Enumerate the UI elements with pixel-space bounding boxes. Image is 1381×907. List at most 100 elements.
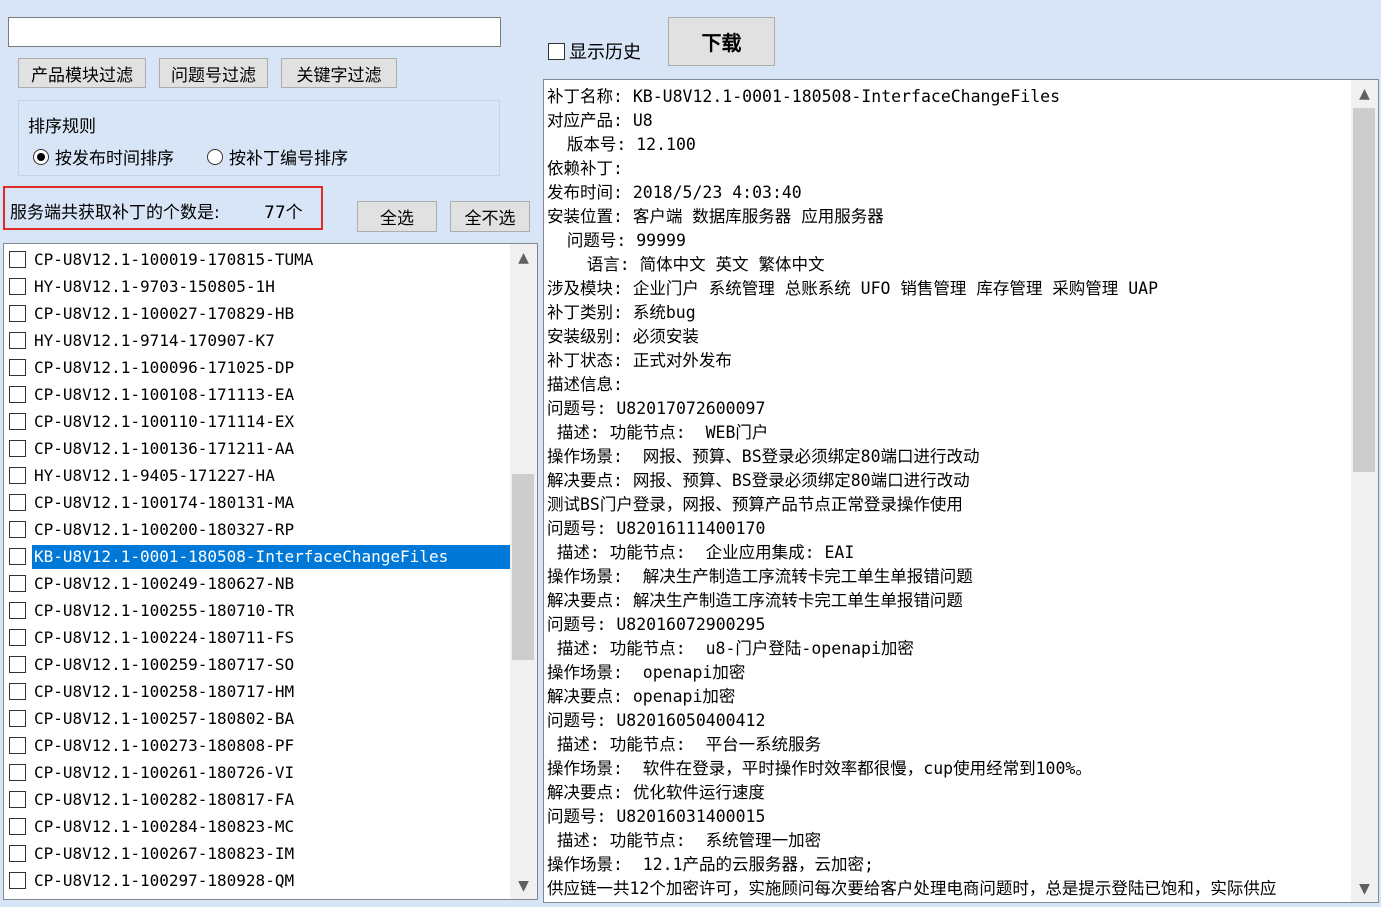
detail-line: 操作场景: 网报、预算、BS登录必须绑定80端口进行改动 — [547, 447, 980, 466]
module-filter-button[interactable]: 产品模块过滤 — [18, 58, 146, 88]
scroll-down-arrow-icon[interactable]: ▼ — [510, 872, 537, 899]
detail-line: 描述: 功能节点: u8-门户登陆-openapi加密 — [547, 639, 914, 658]
patch-item-checkbox[interactable] — [9, 278, 26, 295]
patch-item-checkbox[interactable] — [9, 737, 26, 754]
keyword-filter-button[interactable]: 关键字过滤 — [281, 58, 397, 88]
patch-list-item[interactable]: CP-U8V12.1-100297-180928-QM — [4, 867, 511, 894]
patch-list-item[interactable]: HY-U8V12.1-9405-171227-HA — [4, 462, 511, 489]
patch-list-item[interactable]: CP-U8V12.1-100136-171211-AA — [4, 435, 511, 462]
scrollbar-thumb[interactable] — [1353, 108, 1375, 472]
patch-list-item[interactable]: CP-U8V12.1-100019-170815-TUMA — [4, 246, 511, 273]
patch-list-item[interactable]: CP-U8V12.1-100282-180817-FA — [4, 786, 511, 813]
patch-item-checkbox[interactable] — [9, 413, 26, 430]
scrollbar-thumb[interactable] — [512, 474, 534, 660]
search-input[interactable] — [8, 17, 501, 47]
patch-item-checkbox[interactable] — [9, 845, 26, 862]
patch-item-checkbox[interactable] — [9, 521, 26, 538]
detail-line: 对应产品: U8 — [547, 111, 653, 130]
sort-by-time-radio[interactable]: 按发布时间排序 — [33, 144, 174, 169]
patch-list-item[interactable]: HY-U8V12.1-9703-150805-1H — [4, 273, 511, 300]
show-history-label: 显示历史 — [569, 42, 641, 63]
scroll-up-arrow-icon[interactable]: ▲ — [510, 244, 537, 271]
patch-item-checkbox[interactable] — [9, 494, 26, 511]
patch-list-item[interactable]: CP-U8V12.1-100200-180327-RP — [4, 516, 511, 543]
show-history-checkbox[interactable]: 显示历史 — [548, 38, 641, 64]
patch-item-checkbox[interactable] — [9, 305, 26, 322]
patch-item-checkbox[interactable] — [9, 575, 26, 592]
detail-line: 安装级别: 必须安装 — [547, 327, 699, 346]
detail-line: 问题号: U82016031400015 — [547, 807, 766, 826]
patch-list-item[interactable]: CP-U8V12.1-100224-180711-FS — [4, 624, 511, 651]
patch-list[interactable]: CP-U8V12.1-100019-170815-TUMA HY-U8V12.1-… — [3, 243, 538, 900]
patch-item-checkbox[interactable] — [9, 332, 26, 349]
patch-item-checkbox[interactable] — [9, 440, 26, 457]
patch-list-item[interactable]: CP-U8V12.1-100255-180710-TR — [4, 597, 511, 624]
patch-list-item[interactable]: CP-U8V12.1-100284-180823-MC — [4, 813, 511, 840]
patch-item-checkbox[interactable] — [9, 386, 26, 403]
patch-item-checkbox[interactable] — [9, 818, 26, 835]
patch-item-checkbox[interactable] — [9, 548, 26, 565]
patch-item-checkbox[interactable] — [9, 251, 26, 268]
issue-filter-button[interactable]: 问题号过滤 — [159, 58, 268, 88]
detail-line: 问题号: U82017072600097 — [547, 399, 766, 418]
patch-count-label: 服务端共获取补丁的个数是: — [10, 203, 220, 223]
detail-line: 问题号: U82016111400170 — [547, 519, 766, 538]
detail-line: 依赖补丁: — [547, 159, 623, 178]
patch-item-label: CP-U8V12.1-100110-171114-EX — [34, 411, 295, 431]
patch-item-label: KB-U8V12.1-0001-180508-InterfaceChangeFi… — [32, 544, 511, 569]
patch-item-label: CP-U8V12.1-100257-180802-BA — [34, 708, 295, 728]
patch-list-item[interactable]: CP-U8V12.1-100027-170829-HB — [4, 300, 511, 327]
patch-list-item[interactable]: CP-U8V12.1-100257-180802-BA — [4, 705, 511, 732]
patch-list-item[interactable]: CP-U8V12.1-100267-180823-IM — [4, 840, 511, 867]
patch-list-items: CP-U8V12.1-100019-170815-TUMA HY-U8V12.1-… — [4, 246, 511, 894]
patch-item-checkbox[interactable] — [9, 629, 26, 646]
download-button[interactable]: 下载 — [668, 17, 775, 66]
scroll-down-arrow-icon[interactable]: ▼ — [1351, 875, 1378, 902]
detail-line: 补丁状态: 正式对外发布 — [547, 351, 732, 370]
scroll-up-arrow-icon[interactable]: ▲ — [1351, 80, 1378, 107]
patch-item-checkbox[interactable] — [9, 791, 26, 808]
patch-list-item[interactable]: CP-U8V12.1-100174-180131-MA — [4, 489, 511, 516]
patch-item-label: CP-U8V12.1-100174-180131-MA — [34, 492, 295, 512]
detail-line: 操作场景: openapi加密 — [547, 663, 746, 682]
detail-line: 操作场景: 12.1产品的云服务器，云加密; — [547, 855, 874, 874]
patch-list-item[interactable]: CP-U8V12.1-100258-180717-HM — [4, 678, 511, 705]
select-none-button[interactable]: 全不选 — [450, 201, 530, 232]
patch-list-item[interactable]: HY-U8V12.1-9714-170907-K7 — [4, 327, 511, 354]
patch-list-item[interactable]: CP-U8V12.1-100110-171114-EX — [4, 408, 511, 435]
select-all-button[interactable]: 全选 — [357, 201, 437, 232]
patch-detail-panel[interactable]: 补丁名称: KB-U8V12.1-0001-180508-InterfaceCh… — [543, 79, 1379, 903]
patch-list-item[interactable]: CP-U8V12.1-100259-180717-SO — [4, 651, 511, 678]
patch-list-item[interactable]: CP-U8V12.1-100273-180808-PF — [4, 732, 511, 759]
patch-item-checkbox[interactable] — [9, 656, 26, 673]
detail-line: 问题号: U82016050400412 — [547, 711, 766, 730]
detail-line: 操作场景: 软件在登录，平时操作时效率都很慢，cup使用经常到100%。 — [547, 759, 1092, 778]
patch-item-checkbox[interactable] — [9, 764, 26, 781]
patch-list-item[interactable]: KB-U8V12.1-0001-180508-InterfaceChangeFi… — [4, 543, 511, 570]
patch-item-checkbox[interactable] — [9, 467, 26, 484]
patch-list-item[interactable]: CP-U8V12.1-100096-171025-DP — [4, 354, 511, 381]
patch-list-item[interactable]: CP-U8V12.1-100108-171113-EA — [4, 381, 511, 408]
patch-item-label: CP-U8V12.1-100096-171025-DP — [34, 357, 295, 377]
checkbox-box — [548, 42, 565, 60]
patch-item-checkbox[interactable] — [9, 872, 26, 889]
patch-item-label: CP-U8V12.1-100282-180817-FA — [34, 789, 295, 809]
patch-item-checkbox[interactable] — [9, 710, 26, 727]
detail-line: 问题号: 99999 — [547, 231, 686, 250]
detail-line: 描述: 功能节点: 系统管理一加密 — [547, 831, 822, 850]
patch-item-checkbox[interactable] — [9, 359, 26, 376]
patch-count-value: 77个 — [264, 203, 303, 223]
patch-item-label: HY-U8V12.1-9405-171227-HA — [34, 465, 275, 485]
patch-list-scrollbar[interactable]: ▲ ▼ — [510, 244, 537, 899]
sort-by-number-radio[interactable]: 按补丁编号排序 — [207, 144, 348, 169]
detail-line: 补丁类别: 系统bug — [547, 303, 696, 322]
patch-list-item[interactable]: CP-U8V12.1-100261-180726-VI — [4, 759, 511, 786]
patch-item-label: CP-U8V12.1-100224-180711-FS — [34, 627, 295, 647]
detail-scrollbar[interactable]: ▲ ▼ — [1351, 80, 1378, 902]
patch-item-checkbox[interactable] — [9, 602, 26, 619]
detail-line: 解决要点: 解决生产制造工序流转卡完工单生单报错问题 — [547, 591, 963, 610]
patch-list-item[interactable]: CP-U8V12.1-100249-180627-NB — [4, 570, 511, 597]
patch-item-checkbox[interactable] — [9, 683, 26, 700]
patch-item-label: CP-U8V12.1-100019-170815-TUMA — [34, 249, 314, 269]
detail-line: 描述: 功能节点: 企业应用集成: EAI — [547, 543, 855, 562]
